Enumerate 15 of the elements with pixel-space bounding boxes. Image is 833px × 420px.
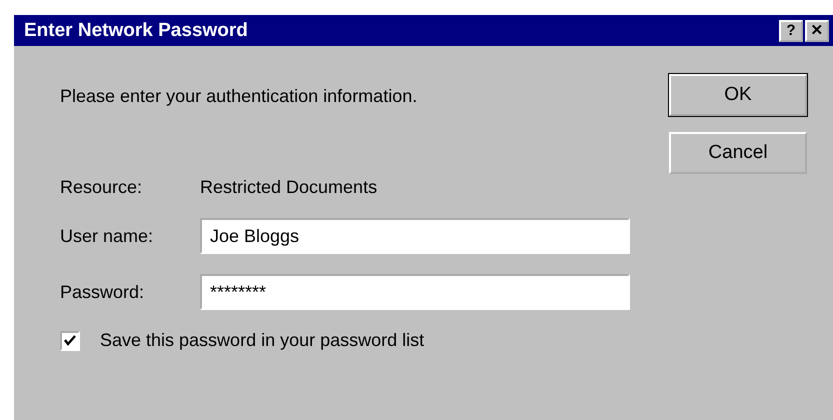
- cancel-button[interactable]: Cancel: [669, 132, 807, 174]
- check-icon: [63, 334, 77, 348]
- input-field[interactable]: Joe Bloggs: [200, 218, 630, 254]
- field-label: User name:: [60, 226, 154, 246]
- checkbox-label: Save this password in your password list: [100, 330, 424, 351]
- input-field[interactable]: ********: [200, 274, 630, 310]
- ok-button[interactable]: OK: [669, 74, 807, 116]
- resource-value: Restricted Documents: [200, 177, 378, 198]
- field-label: Password:: [60, 282, 146, 302]
- close-button[interactable]: ✕: [805, 20, 829, 42]
- instruction-text: Please enter your authentication information.: [60, 86, 418, 107]
- resource-label: Resource:: [60, 177, 144, 198]
- window-title: Enter Network Password: [24, 20, 248, 42]
- checkbox[interactable]: [60, 330, 80, 350]
- help-button[interactable]: ?: [779, 20, 803, 42]
